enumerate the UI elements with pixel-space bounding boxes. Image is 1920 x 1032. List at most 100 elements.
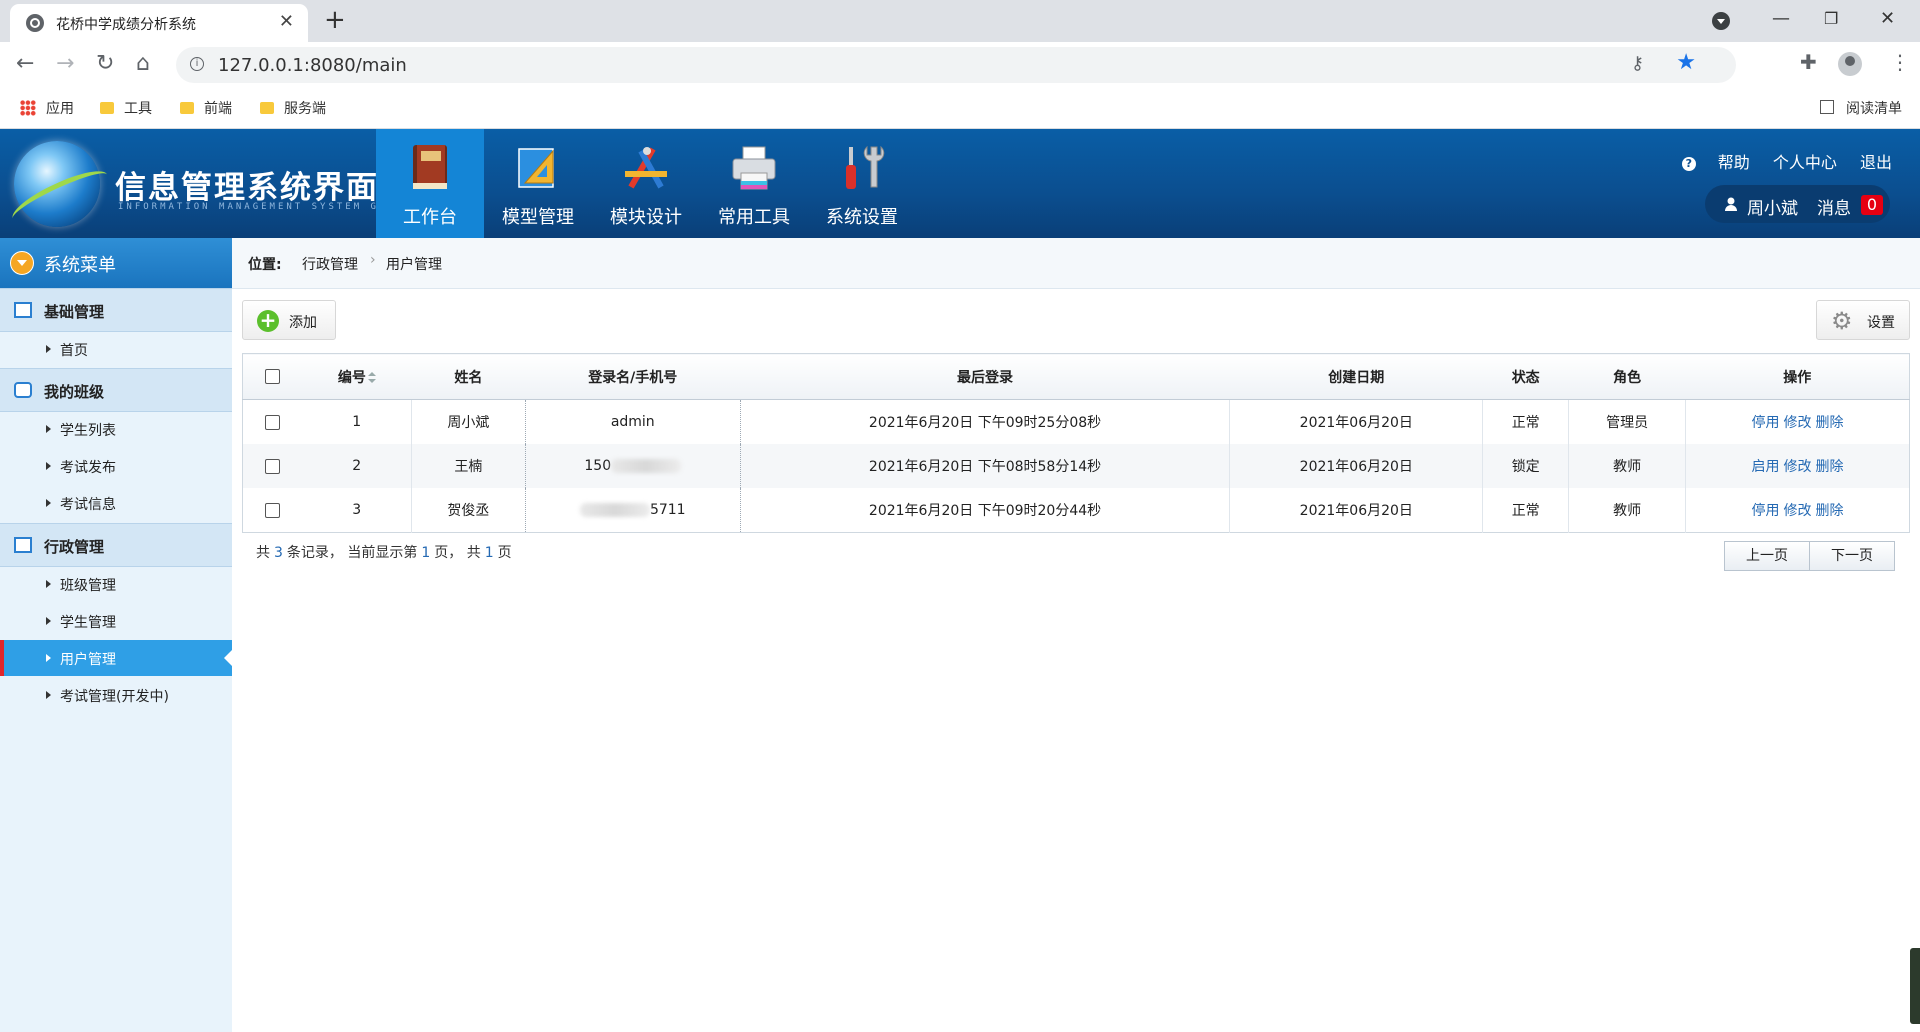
folder-icon	[260, 102, 274, 114]
sidebar-item-label: 考试发布	[60, 460, 116, 476]
nav-workbench[interactable]: 工作台	[376, 129, 484, 238]
bookmark-star-icon[interactable]: ★	[1676, 50, 1696, 75]
next-page-button[interactable]: 下一页	[1809, 541, 1895, 571]
minimize-icon[interactable]: —	[1772, 6, 1790, 32]
logo-subtitle: INFORMATION MANAGEMENT SYSTEM GUI	[118, 202, 396, 212]
login-prefix: 150	[584, 458, 612, 474]
sidebar-item-label: 考试管理(开发中)	[60, 689, 169, 705]
table-row[interactable]: 3 贺俊丞 5711 2021年6月20日 下午09时20分44秒 2021年06月20…	[242, 488, 1910, 533]
cell-name: 周小斌	[410, 399, 526, 444]
settings-button[interactable]: ⚙ 设置	[1816, 300, 1910, 340]
collapse-menu-icon[interactable]	[10, 251, 34, 275]
ruler-triangle-icon	[518, 148, 554, 188]
edit-link[interactable]: 修改	[1784, 503, 1812, 519]
breadcrumb-item[interactable]: 行政管理	[302, 254, 358, 274]
caret-right-icon	[46, 691, 51, 699]
sidebar-item-student-list[interactable]: 学生列表	[0, 411, 232, 447]
home-icon[interactable]: ⌂	[136, 50, 150, 78]
site-info-icon[interactable]: i	[190, 57, 204, 71]
close-window-icon[interactable]: ✕	[1880, 6, 1895, 32]
nav-model-management[interactable]: 模型管理	[484, 129, 592, 238]
nav-module-design[interactable]: 模块设计	[592, 129, 700, 238]
row-checkbox[interactable]	[265, 502, 281, 518]
tab-search-icon[interactable]	[1712, 12, 1730, 30]
section-title: 基础管理	[44, 303, 105, 321]
delete-link[interactable]: 删除	[1816, 503, 1844, 519]
profile-link[interactable]: 个人中心	[1773, 153, 1837, 172]
table-row[interactable]: 2 王楠 150 2021年6月20日 下午08时58分14秒 2021年06月20日锁…	[242, 444, 1910, 488]
reading-list-icon	[1820, 100, 1834, 114]
globe-icon	[26, 14, 44, 32]
table-body: 1 周小斌 admin 2021年6月20日 下午09时25分08秒 2021年06月2…	[242, 399, 1910, 533]
edit-link[interactable]: 修改	[1784, 459, 1812, 475]
table-row[interactable]: 1 周小斌 admin 2021年6月20日 下午09时25分08秒 2021年06月2…	[242, 399, 1910, 444]
toggle-status-link[interactable]: 启用	[1752, 459, 1780, 475]
close-tab-icon[interactable]: ✕	[279, 12, 294, 32]
sidebar-item-exam-info[interactable]: 考试信息	[0, 485, 232, 521]
reload-icon[interactable]: ↻	[96, 50, 114, 78]
cell-role: 教师	[1568, 444, 1686, 488]
sidebar-section-my-class[interactable]: 我的班级	[0, 368, 232, 412]
browser-menu-icon[interactable]: ⋮	[1890, 50, 1910, 74]
cell-created: 2021年06月20日	[1229, 488, 1483, 533]
sidebar-item-exam-management[interactable]: 考试管理(开发中)	[0, 677, 232, 713]
forward-icon[interactable]: →	[56, 50, 74, 78]
message-count-badge[interactable]: 0	[1861, 195, 1883, 215]
messages-link[interactable]: 消息	[1817, 194, 1851, 219]
toggle-status-link[interactable]: 停用	[1752, 415, 1780, 431]
sort-icon[interactable]	[367, 371, 376, 384]
column-header-id[interactable]: 编号	[302, 353, 412, 400]
reading-list-button[interactable]: 阅读清单	[1820, 98, 1902, 118]
sidebar-item-home[interactable]: 首页	[0, 331, 232, 367]
scrollbar-thumb[interactable]	[1910, 948, 1920, 1024]
column-header-login: 登录名/手机号	[525, 353, 741, 400]
browser-tab-strip: 花桥中学成绩分析系统 ✕ + — ❐ ✕	[0, 0, 1920, 42]
add-button-label: 添加	[289, 315, 317, 331]
profile-avatar-icon[interactable]	[1838, 52, 1862, 76]
address-bar[interactable]: i 127.0.0.1:8080/main ⚷ ★	[176, 47, 1736, 83]
sidebar-item-class-management[interactable]: 班级管理	[0, 566, 232, 602]
bookmark-folder-frontend[interactable]: 前端	[180, 98, 232, 118]
prev-page-button[interactable]: 上一页	[1724, 541, 1810, 571]
restore-icon[interactable]: ❐	[1824, 6, 1838, 32]
row-checkbox[interactable]	[265, 414, 281, 430]
logo-globe-icon	[14, 141, 100, 227]
edit-link[interactable]: 修改	[1784, 415, 1812, 431]
back-icon[interactable]: ←	[16, 50, 34, 78]
url-text[interactable]: 127.0.0.1:8080/main	[218, 55, 407, 76]
cell-actions: 启用 修改 删除	[1685, 444, 1910, 488]
breadcrumb-item-current: 用户管理	[386, 257, 442, 273]
help-link[interactable]: ? 帮助	[1664, 153, 1750, 172]
add-button[interactable]: + 添加	[242, 300, 336, 340]
row-checkbox[interactable]	[265, 458, 281, 474]
delete-link[interactable]: 删除	[1816, 459, 1844, 475]
new-tab-button[interactable]: +	[324, 6, 346, 34]
sidebar-section-basic[interactable]: 基础管理	[0, 288, 232, 332]
cell-actions: 停用 修改 删除	[1685, 399, 1910, 444]
logout-link[interactable]: 退出	[1860, 153, 1892, 172]
key-icon[interactable]: ⚷	[1631, 53, 1644, 74]
toggle-status-link[interactable]: 停用	[1752, 503, 1780, 519]
bookmark-folder-backend[interactable]: 服务端	[260, 98, 326, 118]
cell-status: 锁定	[1482, 444, 1569, 488]
sidebar-item-user-management[interactable]: 用户管理	[0, 640, 232, 676]
bookmark-folder-tools[interactable]: 工具	[100, 98, 152, 118]
bookmarks-bar: 应用 工具 前端 服务端 阅读清单	[0, 88, 1920, 129]
delete-link[interactable]: 删除	[1816, 415, 1844, 431]
extensions-icon[interactable]: ✚	[1800, 50, 1817, 74]
current-user-name[interactable]: 周小斌	[1747, 194, 1798, 219]
nav-system-settings[interactable]: 系统设置	[808, 129, 916, 238]
chat-icon	[14, 382, 32, 398]
nav-common-tools[interactable]: 常用工具	[700, 129, 808, 238]
sidebar-item-label: 学生列表	[60, 423, 116, 439]
select-all-checkbox[interactable]	[265, 369, 281, 384]
bookmark-apps[interactable]: 应用	[20, 98, 74, 118]
sidebar-item-label: 考试信息	[60, 497, 116, 513]
browser-tab[interactable]: 花桥中学成绩分析系统 ✕	[10, 4, 308, 42]
sidebar-section-administration[interactable]: 行政管理	[0, 523, 232, 567]
user-icon	[1725, 197, 1737, 211]
sidebar-item-student-management[interactable]: 学生管理	[0, 603, 232, 639]
sidebar: 系统菜单 基础管理 首页 我的班级 学生列表 考试发布 考试信息 行政管理 班级…	[0, 238, 232, 1032]
cell-last-login: 2021年6月20日 下午09时25分08秒	[739, 399, 1230, 444]
sidebar-item-exam-publish[interactable]: 考试发布	[0, 448, 232, 484]
